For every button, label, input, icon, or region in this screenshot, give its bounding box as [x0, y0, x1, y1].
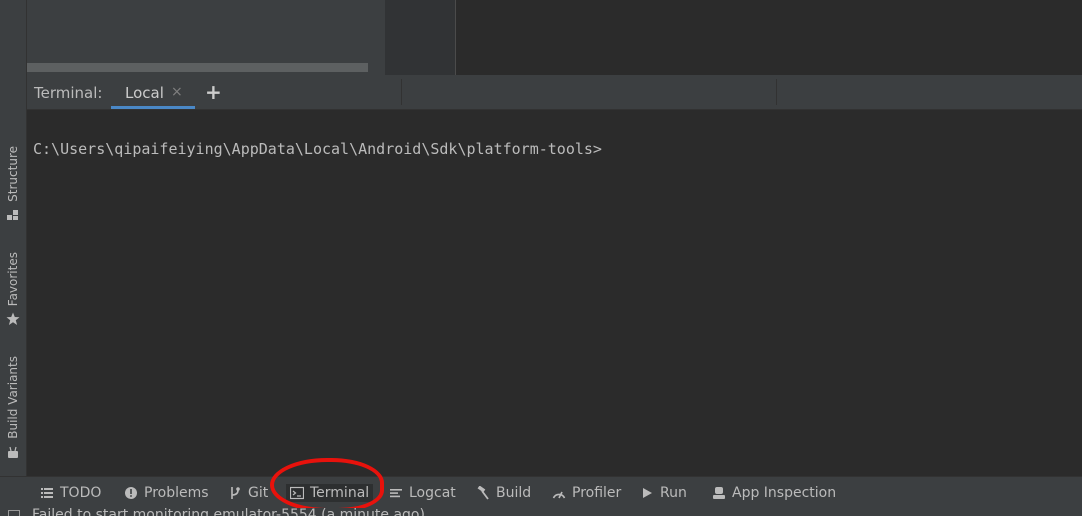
app-inspection-tool-button[interactable]: App Inspection — [712, 484, 836, 502]
run-tool-button[interactable]: Run — [640, 484, 687, 502]
problems-label: Problems — [144, 485, 209, 501]
structure-tab-label: Structure — [6, 146, 20, 202]
logcat-label: Logcat — [409, 485, 456, 501]
run-label: Run — [660, 485, 687, 501]
git-tool-button[interactable]: Git — [228, 484, 268, 502]
status-icon — [8, 510, 20, 516]
build-variants-icon — [8, 446, 18, 458]
terminal-title: Terminal: — [34, 84, 103, 102]
structure-tab[interactable]: Structure — [0, 146, 26, 222]
todo-label: TODO — [60, 485, 102, 501]
todo-tool-button[interactable]: TODO — [40, 484, 101, 502]
terminal-icon — [290, 486, 304, 500]
terminal-header: Terminal: Local × + — [27, 75, 1082, 110]
header-divider — [776, 79, 777, 105]
logcat-icon — [390, 489, 402, 498]
terminal-label: Terminal — [310, 485, 370, 501]
terminal-output[interactable]: C:\Users\qipaifeiying\AppData\Local\Andr… — [27, 110, 1082, 476]
terminal-tab-local[interactable]: Local × — [111, 75, 195, 109]
build-label: Build — [496, 485, 532, 501]
profiler-label: Profiler — [572, 485, 622, 501]
list-icon — [41, 488, 53, 498]
editor-gutter — [385, 0, 456, 75]
profiler-icon — [552, 491, 566, 499]
bottom-tool-bar: TODO Problems Git Terminal Logcat Build … — [0, 476, 1082, 509]
horizontal-scrollbar[interactable] — [27, 63, 368, 72]
terminal-tool-button[interactable]: Terminal — [286, 484, 374, 502]
header-divider — [401, 79, 402, 105]
add-terminal-button[interactable]: + — [205, 80, 222, 104]
left-tool-strip: Structure Favorites Build Variants — [0, 0, 27, 476]
app-inspection-label: App Inspection — [732, 485, 837, 501]
problems-tool-button[interactable]: Problems — [124, 484, 209, 502]
build-variants-tab[interactable]: Build Variants — [0, 356, 26, 459]
play-icon — [643, 488, 652, 498]
app-inspection-icon — [713, 487, 725, 499]
structure-icon — [7, 209, 18, 220]
profiler-tool-button[interactable]: Profiler — [552, 484, 621, 502]
build-tool-button[interactable]: Build — [476, 484, 531, 502]
status-message[interactable]: Failed to start monitoring emulator-5554… — [32, 508, 425, 516]
git-label: Git — [248, 485, 269, 501]
git-branch-icon — [231, 487, 240, 499]
logcat-tool-button[interactable]: Logcat — [389, 484, 456, 502]
terminal-tab-label: Local — [125, 84, 164, 102]
favorites-tab-label: Favorites — [6, 252, 20, 307]
warning-icon — [125, 487, 137, 499]
close-icon[interactable]: × — [171, 84, 183, 100]
hammer-icon — [477, 486, 489, 500]
terminal-prompt: C:\Users\qipaifeiying\AppData\Local\Andr… — [33, 140, 602, 158]
favorites-tab[interactable]: Favorites — [0, 252, 26, 326]
star-icon — [6, 312, 20, 326]
editor-pane — [456, 0, 1082, 75]
status-bar: Failed to start monitoring emulator-5554… — [0, 508, 1082, 516]
build-variants-tab-label: Build Variants — [6, 356, 20, 439]
